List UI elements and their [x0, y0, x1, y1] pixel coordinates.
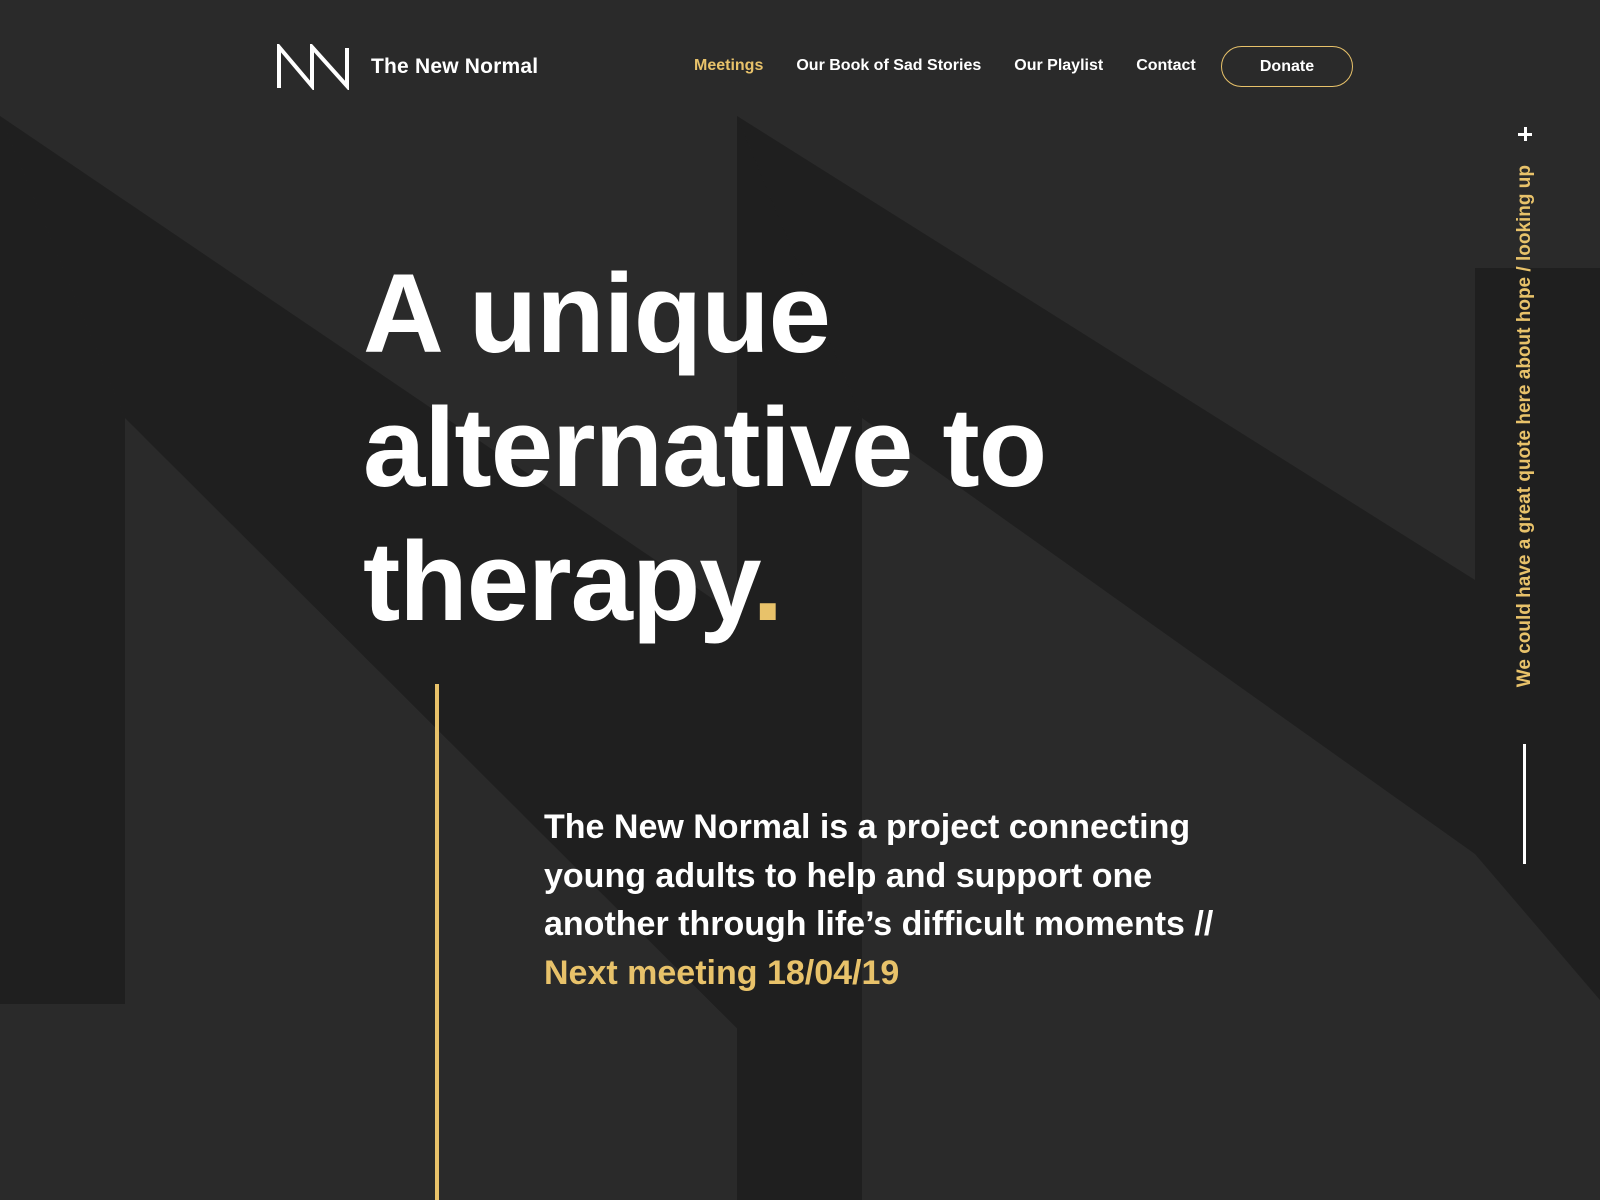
- hero-intro-text: The New Normal is a project connecting y…: [544, 808, 1214, 943]
- donate-button[interactable]: Donate: [1221, 46, 1353, 87]
- hero-title-line-3: therapy.: [363, 515, 1046, 649]
- nav-link-playlist[interactable]: Our Playlist: [1014, 57, 1103, 75]
- main-nav: Meetings Our Book of Sad Stories Our Pla…: [694, 57, 1229, 75]
- side-divider-line: [1523, 744, 1526, 864]
- hero-title-line-3-text: therapy: [363, 519, 753, 644]
- side-quote-text: We could have a great quote here about h…: [1514, 165, 1535, 688]
- hero-title-line-1: A unique: [363, 251, 831, 376]
- next-meeting-link[interactable]: Next meeting 18/04/19: [544, 954, 899, 992]
- side-quote: We could have a great quote here about h…: [1513, 165, 1537, 715]
- nav-link-meetings[interactable]: Meetings: [694, 57, 763, 75]
- hero-title: A unique alternative to therapy.: [363, 247, 1047, 649]
- plus-icon[interactable]: [1513, 122, 1537, 146]
- brand-name: The New Normal: [371, 55, 539, 78]
- nav-link-book-of-sad-stories[interactable]: Our Book of Sad Stories: [796, 57, 981, 75]
- page: The New Normal Meetings Our Book of Sad …: [0, 0, 1600, 1200]
- hero-intro: The New Normal is a project connecting y…: [544, 803, 1244, 997]
- hero-title-accent-dot: .: [752, 519, 783, 644]
- background-shape-right-stem: [1475, 268, 1600, 1000]
- hero-title-line-2: alternative to: [363, 385, 1047, 510]
- vertical-accent-line: [435, 684, 439, 1200]
- site-logo-link[interactable]: The New Normal: [277, 44, 538, 90]
- nav-link-contact[interactable]: Contact: [1136, 57, 1196, 75]
- nn-monogram-icon: [277, 44, 349, 90]
